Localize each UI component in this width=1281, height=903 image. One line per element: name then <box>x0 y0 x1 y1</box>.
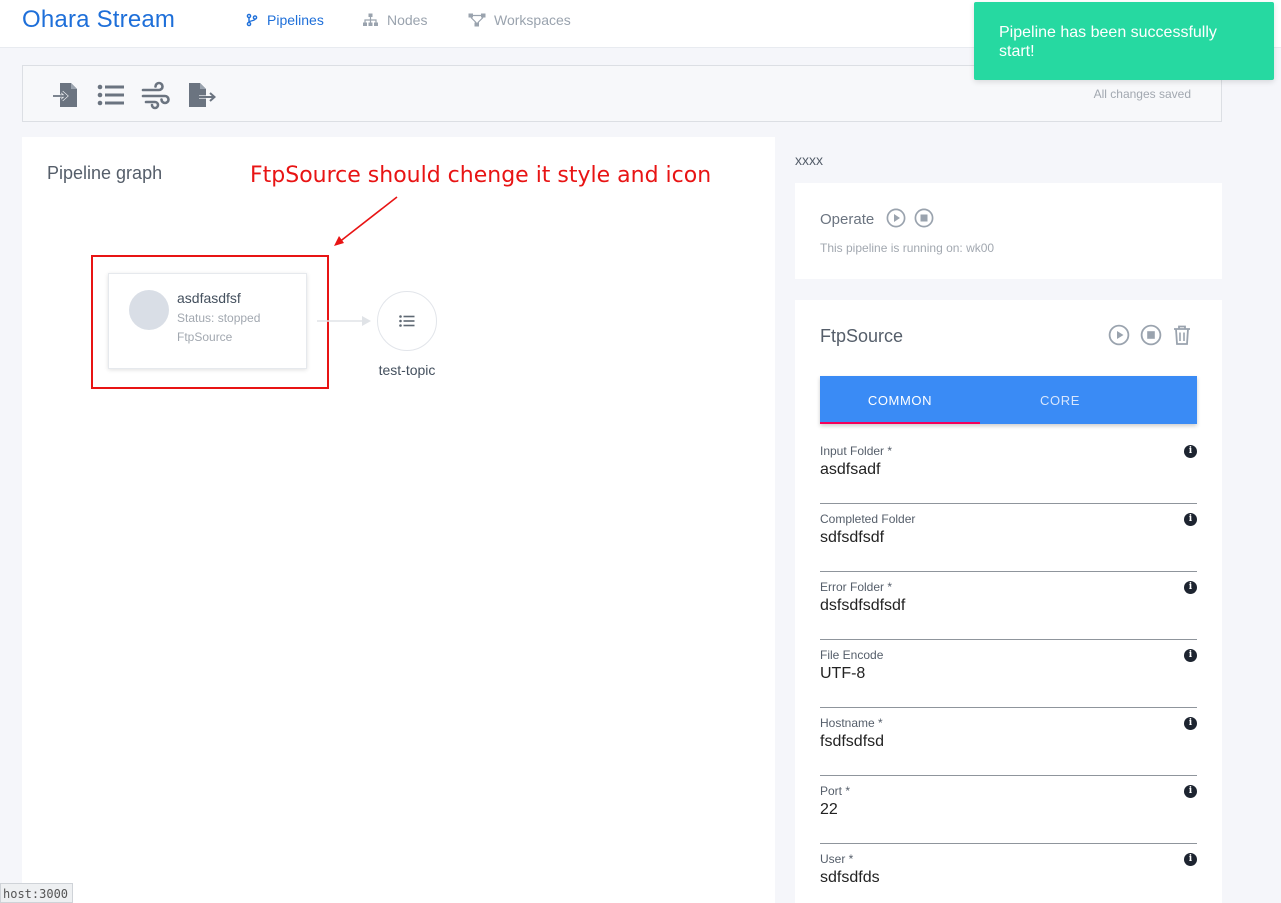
field-value[interactable]: asdfsadf <box>820 461 880 479</box>
nav-pipelines-label: Pipelines <box>267 12 324 28</box>
start-connector-icon[interactable] <box>1108 324 1130 346</box>
graph-title: Pipeline graph <box>47 163 163 183</box>
field-value[interactable]: dsfsdfsdfsdf <box>820 597 905 615</box>
start-pipeline-icon[interactable] <box>886 208 906 228</box>
input-folder-field[interactable]: Input Folder * asdfsadf i <box>820 444 1197 504</box>
field-label: User * <box>820 852 854 866</box>
info-icon[interactable]: i <box>1184 445 1197 458</box>
nav-workspaces[interactable]: Workspaces <box>468 12 571 28</box>
field-value[interactable]: UTF-8 <box>820 665 865 683</box>
browser-status-url: host:3000 <box>0 883 74 903</box>
file-encode-field[interactable]: File Encode UTF-8 i <box>820 648 1197 708</box>
field-value[interactable]: sdfsdfsdf <box>820 529 884 547</box>
node-status: Status: stopped <box>177 311 261 325</box>
running-on-text: This pipeline is running on: wk00 <box>820 241 995 255</box>
brand-logo[interactable]: Ohara Stream <box>22 6 175 34</box>
field-value[interactable]: fsdfsdfsd <box>820 733 884 751</box>
connector-node[interactable]: asdfasdfsf Status: stopped FtpSource <box>108 273 307 369</box>
field-label: Completed Folder <box>820 512 916 526</box>
stop-connector-icon[interactable] <box>1140 324 1162 346</box>
error-folder-field[interactable]: Error Folder * dsfsdfsdfsdf i <box>820 580 1197 640</box>
connector-tabs: COMMON CORE <box>820 376 1197 424</box>
delete-connector-icon[interactable] <box>1171 324 1193 346</box>
sink-connector-icon[interactable] <box>187 80 217 110</box>
field-label: Input Folder * <box>820 444 893 458</box>
tab-core[interactable]: CORE <box>980 376 1140 424</box>
field-label: Error Folder * <box>820 580 893 594</box>
info-icon[interactable]: i <box>1184 581 1197 594</box>
pipeline-graph-panel: Pipeline graph FtpSource should chenge i… <box>22 137 775 903</box>
completed-folder-field[interactable]: Completed Folder sdfsdfsdf i <box>820 512 1197 572</box>
nav-pipelines[interactable]: Pipelines <box>245 12 324 28</box>
field-value[interactable]: 22 <box>820 801 838 819</box>
info-icon[interactable]: i <box>1184 513 1197 526</box>
user-field[interactable]: User * sdfsdfds i <box>820 852 1197 903</box>
topic-list-icon[interactable] <box>96 80 126 110</box>
field-value[interactable]: sdfsdfds <box>820 869 880 887</box>
operate-card: Operate This pipeline is running on: wk0… <box>795 183 1222 279</box>
success-toast[interactable]: Pipeline has been successfully start! <box>974 2 1274 80</box>
branch-icon <box>246 13 258 27</box>
annotation-arrow <box>334 196 398 246</box>
node-name: asdfasdfsf <box>177 290 241 306</box>
topic-node[interactable] <box>377 291 437 351</box>
connector-title: FtpSource <box>820 326 904 346</box>
save-status: All changes saved <box>1093 87 1191 101</box>
port-field[interactable]: Port * 22 i <box>820 784 1197 844</box>
stream-app-icon[interactable] <box>141 80 171 110</box>
sitemap-icon <box>363 13 378 26</box>
info-icon[interactable]: i <box>1184 785 1197 798</box>
field-label: Port * <box>820 784 851 798</box>
graph-edge <box>317 316 371 326</box>
info-icon[interactable]: i <box>1184 649 1197 662</box>
node-type: FtpSource <box>177 330 233 344</box>
field-label: Hostname * <box>820 716 883 730</box>
annotation-text: FtpSource should chenge it style and ico… <box>250 163 712 188</box>
nav-workspaces-label: Workspaces <box>494 12 571 28</box>
info-icon[interactable]: i <box>1184 717 1197 730</box>
operate-label: Operate <box>820 211 875 228</box>
nav-nodes-label: Nodes <box>387 12 428 28</box>
pipeline-name: xxxx <box>795 152 823 168</box>
hostname-field[interactable]: Hostname * fsdfsdfsd i <box>820 716 1197 776</box>
field-label: File Encode <box>820 648 884 662</box>
source-connector-icon[interactable] <box>51 80 81 110</box>
node-avatar <box>129 290 169 330</box>
stop-pipeline-icon[interactable] <box>914 208 934 228</box>
list-icon <box>399 315 415 327</box>
network-icon <box>468 13 486 27</box>
topic-label: test-topic <box>378 362 436 378</box>
tab-common[interactable]: COMMON <box>820 376 980 424</box>
info-icon[interactable]: i <box>1184 853 1197 866</box>
connector-settings-card: FtpSource COMMON CORE Input Folder * asd… <box>795 300 1222 903</box>
nav-nodes[interactable]: Nodes <box>362 12 427 28</box>
